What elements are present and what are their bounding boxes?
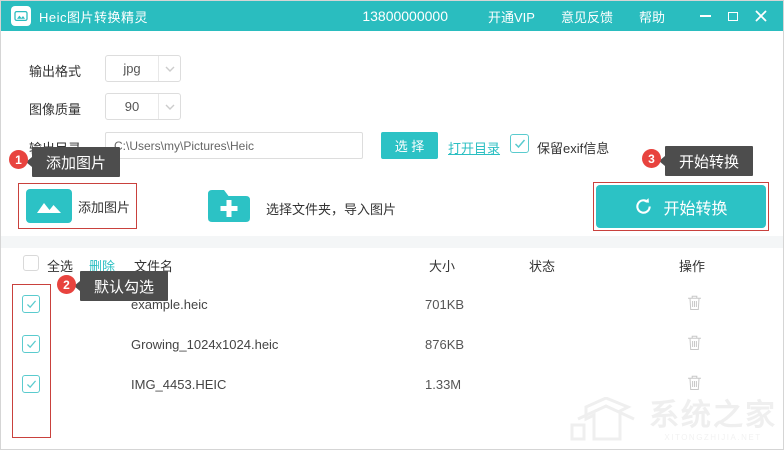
app-title: Heic图片转换精灵 <box>39 7 148 26</box>
quality-value: 90 <box>106 99 158 114</box>
row-filename: IMG_4453.HEIC <box>131 377 226 392</box>
col-header-size: 大小 <box>429 256 455 275</box>
folder-plus-icon <box>205 185 253 227</box>
minimize-button[interactable] <box>691 1 719 31</box>
col-header-status: 状态 <box>529 256 555 275</box>
open-dir-link[interactable]: 打开目录 <box>448 138 500 157</box>
add-images-label: 添加图片 <box>72 197 136 216</box>
close-button[interactable] <box>747 1 775 31</box>
watermark-text: 系统之家 <box>649 401 777 431</box>
chevron-down-icon <box>158 56 180 81</box>
start-convert-button[interactable]: 开始转换 <box>596 185 766 228</box>
trash-icon[interactable] <box>687 294 703 312</box>
keep-exif-label: 保留exif信息 <box>537 138 609 157</box>
callout-1-badge: 1 <box>9 150 28 169</box>
quality-select[interactable]: 90 <box>105 93 181 120</box>
callout-2-tooltip: 默认勾选 <box>80 271 168 301</box>
menu-feedback[interactable]: 意见反馈 <box>561 7 613 26</box>
close-icon <box>755 10 767 22</box>
select-dir-button[interactable]: 选 择 <box>381 132 438 159</box>
start-convert-highlight: 开始转换 <box>593 182 769 231</box>
row-size: 1.33M <box>425 377 461 392</box>
select-all-label: 全选 <box>47 256 73 275</box>
import-folder-label: 选择文件夹，导入图片 <box>266 199 396 218</box>
col-header-operation: 操作 <box>679 256 705 275</box>
refresh-icon <box>634 197 653 216</box>
output-format-label: 输出格式 <box>29 61 81 80</box>
maximize-icon <box>728 12 738 21</box>
output-dir-input[interactable] <box>105 132 363 159</box>
start-convert-label: 开始转换 <box>663 195 727 219</box>
callout-1-tooltip: 添加图片 <box>32 147 120 177</box>
phone-number: 13800000000 <box>362 8 448 24</box>
minimize-icon <box>700 15 711 17</box>
watermark: 系统之家 XITONGZHIJIA.NET <box>564 397 777 445</box>
app-window: Heic图片转换精灵 13800000000 开通VIP 意见反馈 帮助 输出格… <box>0 0 784 450</box>
callout-2-badge: 2 <box>57 275 76 294</box>
row-size: 876KB <box>425 337 464 352</box>
watermark-subtext: XITONGZHIJIA.NET <box>649 433 777 442</box>
import-folder-button[interactable] <box>205 185 253 227</box>
checkbox-column-highlight <box>12 284 51 438</box>
callout-3-tooltip: 开始转换 <box>665 146 753 176</box>
chevron-down-icon <box>158 94 180 119</box>
menu-open-vip[interactable]: 开通VIP <box>488 7 535 26</box>
select-all-checkbox[interactable] <box>23 255 39 271</box>
keep-exif-checkbox[interactable] <box>510 134 529 153</box>
menu-help[interactable]: 帮助 <box>639 7 665 26</box>
quality-label: 图像质量 <box>29 99 81 118</box>
check-icon <box>514 139 526 149</box>
callout-3-badge: 3 <box>642 149 661 168</box>
section-divider <box>1 236 783 248</box>
trash-icon[interactable] <box>687 334 703 352</box>
titlebar: Heic图片转换精灵 13800000000 开通VIP 意见反馈 帮助 <box>1 1 783 31</box>
maximize-button[interactable] <box>719 1 747 31</box>
app-image-icon <box>11 6 31 26</box>
row-filename: Growing_1024x1024.heic <box>131 337 278 352</box>
trash-icon[interactable] <box>687 374 703 392</box>
output-format-value: jpg <box>106 61 158 76</box>
image-mountains-icon <box>26 189 72 223</box>
row-size: 701KB <box>425 297 464 312</box>
house-icon <box>564 397 649 445</box>
add-images-button[interactable]: 添加图片 <box>18 183 137 229</box>
output-format-select[interactable]: jpg <box>105 55 181 82</box>
